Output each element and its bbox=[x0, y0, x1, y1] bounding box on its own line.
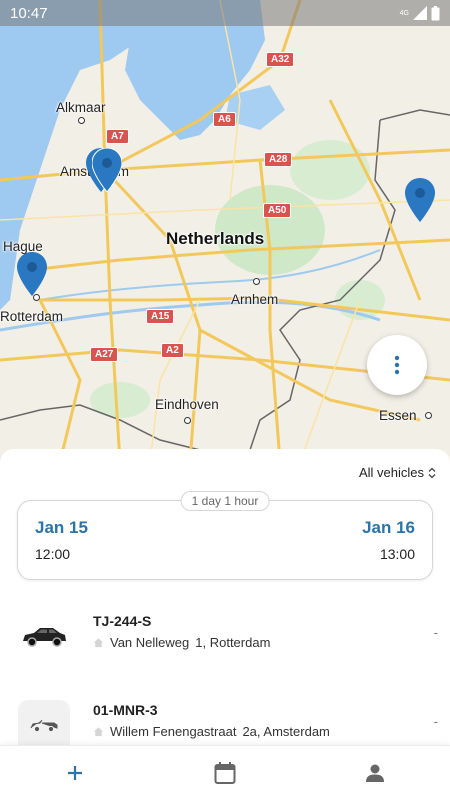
profile-icon bbox=[366, 764, 384, 782]
more-options-button[interactable] bbox=[367, 335, 427, 395]
road-sign-a50: A50 bbox=[263, 203, 292, 218]
vehicle-plate: TJ-244-S bbox=[93, 613, 152, 629]
network-type: 4G bbox=[399, 9, 409, 17]
road-sign-a28: A28 bbox=[264, 152, 293, 167]
road-sign-a6: A6 bbox=[213, 112, 236, 127]
vehicle-availability: - bbox=[433, 625, 438, 640]
sort-arrows-icon bbox=[428, 467, 436, 478]
city-label-arnhem: Arnhem bbox=[231, 292, 279, 307]
road-sign-a32: A32 bbox=[266, 52, 295, 67]
city-label-alkmaar: Alkmaar bbox=[56, 100, 106, 115]
city-dot bbox=[425, 412, 432, 419]
duration-chip: 1 day 1 hour bbox=[180, 491, 270, 511]
nav-add-button[interactable] bbox=[0, 746, 150, 800]
bottom-navigation bbox=[0, 745, 450, 800]
city-label-eindhoven: Eindhoven bbox=[155, 397, 219, 412]
road-sign-a15: A15 bbox=[146, 309, 175, 324]
battery-icon bbox=[431, 5, 440, 20]
nav-calendar-button[interactable] bbox=[150, 746, 300, 800]
bottom-sheet: All vehicles 1 day 1 hour Jan 15 12:00 J… bbox=[0, 449, 450, 752]
vehicle-street: Van Nelleweg bbox=[110, 635, 190, 650]
vehicle-filter-select[interactable]: All vehicles bbox=[359, 465, 436, 480]
booking-period-card[interactable]: 1 day 1 hour Jan 15 12:00 Jan 16 13:00 bbox=[17, 491, 433, 580]
home-icon bbox=[93, 638, 104, 648]
nav-profile-button[interactable] bbox=[300, 746, 450, 800]
map-pin-icon[interactable] bbox=[405, 178, 435, 222]
more-vertical-icon bbox=[394, 355, 400, 375]
home-icon bbox=[93, 727, 104, 737]
status-bar: 10:47 4G bbox=[0, 0, 450, 26]
city-label-rotterdam: Rotterdam bbox=[0, 309, 64, 324]
vehicle-street: Willem Fenengastraat bbox=[110, 724, 237, 739]
road-sign-a2: A2 bbox=[161, 343, 184, 358]
city-dot bbox=[78, 117, 85, 124]
vehicle-address-rest: 1, Rotterdam bbox=[195, 635, 271, 650]
road-sign-a7: A7 bbox=[106, 129, 129, 144]
vehicle-plate: 01-MNR-3 bbox=[93, 702, 158, 718]
vehicle-filter-label: All vehicles bbox=[358, 465, 424, 480]
country-label: Netherlands bbox=[166, 229, 265, 248]
map-pin-icon[interactable] bbox=[92, 148, 122, 192]
vehicle-thumbnail bbox=[18, 611, 70, 663]
city-label-essen: Essen bbox=[379, 408, 417, 423]
vehicle-address-rest: 2a, Amsterdam bbox=[242, 724, 330, 739]
end-time[interactable]: 13:00 bbox=[380, 546, 415, 562]
status-time: 10:47 bbox=[10, 4, 48, 22]
car-icon bbox=[23, 628, 66, 647]
vehicle-address: Van Nelleweg 1, Rotterdam bbox=[93, 635, 270, 650]
calendar-icon bbox=[214, 762, 236, 784]
end-date[interactable]: Jan 16 bbox=[362, 518, 415, 538]
vehicle-availability: - bbox=[433, 714, 438, 729]
add-icon bbox=[68, 766, 82, 780]
start-date[interactable]: Jan 15 bbox=[35, 518, 88, 538]
vehicle-address: Willem Fenengastraat 2a, Amsterdam bbox=[93, 724, 330, 739]
start-time[interactable]: 12:00 bbox=[35, 546, 70, 562]
city-dot bbox=[253, 278, 260, 285]
map-view[interactable]: Alkmaar Amsterdam Hague Rotterdam Nether… bbox=[0, 0, 450, 462]
convertible-icon bbox=[30, 719, 58, 733]
city-dot bbox=[184, 417, 191, 424]
map-pin-icon[interactable] bbox=[17, 252, 47, 296]
road-sign-a27: A27 bbox=[90, 347, 119, 362]
vehicle-list-item[interactable]: TJ-244-S Van Nelleweg 1, Rotterdam - bbox=[0, 611, 450, 681]
signal-icon bbox=[413, 6, 427, 20]
status-icons: 4G bbox=[399, 5, 440, 21]
